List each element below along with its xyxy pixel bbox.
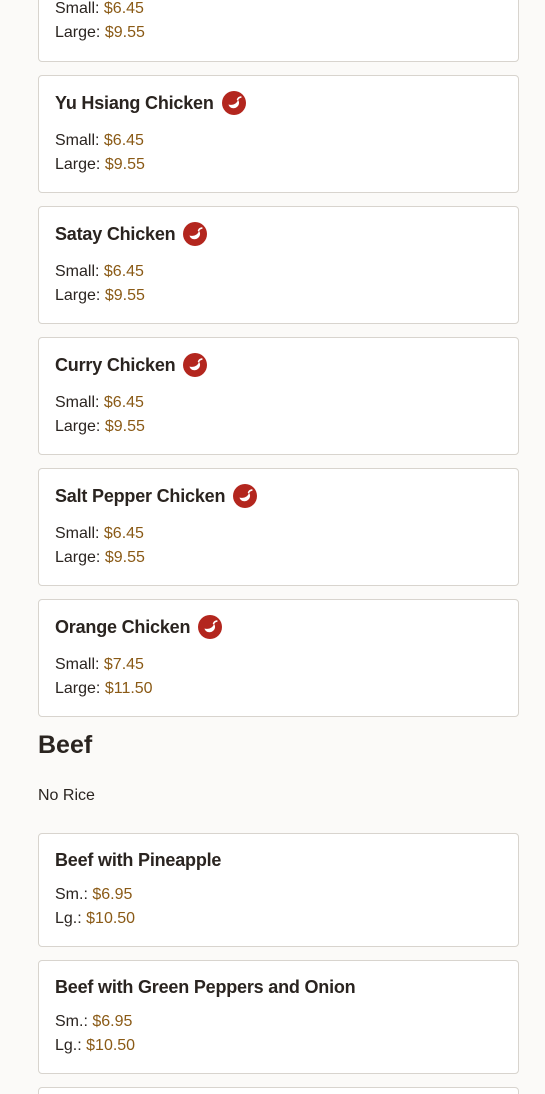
menu-item-card[interactable]: Satay Chicken Small: $6.45 Large: $9.55	[38, 206, 519, 324]
large-label: Large:	[55, 549, 101, 566]
menu-item-card[interactable]: Salt Pepper Chicken Small: $6.45 Large: …	[38, 468, 519, 586]
small-label: Small:	[55, 0, 100, 17]
small-price-line: Small: $6.45	[55, 260, 144, 284]
spicy-chili-icon	[233, 484, 258, 508]
menu-item-name: Salt Pepper Chicken	[55, 485, 226, 506]
menu-item-card[interactable]: Beef with Pineapple Sm.: $6.95 Lg.: $10.…	[38, 833, 519, 947]
large-label: Large:	[55, 24, 101, 41]
large-label: Lg.:	[55, 1037, 82, 1054]
spicy-chili-icon	[183, 353, 208, 377]
small-price-line: Small: $7.45	[55, 653, 144, 677]
spicy-chili-icon	[221, 91, 246, 115]
large-label: Large:	[55, 287, 101, 304]
small-label: Small:	[55, 656, 100, 673]
small-price-line: Small: $6.45	[55, 0, 144, 21]
menu-item-name: Orange Chicken	[55, 616, 191, 637]
small-label: Sm.:	[55, 1013, 88, 1030]
small-price: $7.45	[103, 656, 144, 673]
large-price: $9.55	[104, 418, 145, 435]
menu-item-card-partial: Small: $6.45 Large: $9.55	[38, 0, 519, 62]
large-label: Large:	[55, 156, 101, 173]
small-label: Small:	[55, 525, 100, 542]
small-price: $6.45	[103, 394, 144, 411]
small-price: $6.45	[103, 263, 144, 280]
small-label: Sm.:	[55, 886, 88, 903]
large-price-line: Lg.: $10.50	[55, 907, 135, 931]
menu-item-name: Curry Chicken	[55, 354, 176, 375]
large-price-line: Large: $9.55	[55, 153, 145, 177]
large-price: $10.50	[86, 910, 136, 927]
small-price-line: Sm.: $6.95	[55, 883, 132, 907]
small-price-line: Sm.: $6.95	[55, 1010, 132, 1034]
small-price: $6.45	[103, 525, 144, 542]
large-label: Lg.:	[55, 910, 82, 927]
large-price: $10.50	[86, 1037, 136, 1054]
spicy-chili-icon	[183, 222, 208, 246]
large-price: $11.50	[104, 680, 153, 697]
small-price-line: Small: $6.45	[55, 129, 144, 153]
large-price: $9.55	[104, 287, 145, 304]
menu-item-card[interactable]: Beef with Green Peppers and Onion Sm.: $…	[38, 960, 519, 1074]
small-price: $6.45	[103, 0, 144, 17]
menu-page: Small: $6.45 Large: $9.55 Yu Hsiang Chic…	[0, 0, 545, 1094]
large-price: $9.55	[104, 156, 145, 173]
menu-item-card[interactable]: Curry Chicken Small: $6.45 Large: $9.55	[38, 337, 519, 455]
small-price-line: Small: $6.45	[55, 522, 144, 546]
large-label: Large:	[55, 418, 101, 435]
large-price: $9.55	[104, 24, 145, 41]
large-price-line: Large: $9.55	[55, 546, 145, 570]
small-price-line: Small: $6.45	[55, 391, 144, 415]
large-price-line: Lg.: $10.50	[55, 1034, 135, 1058]
menu-item-card[interactable]: Orange Chicken Small: $7.45 Large: $11.5…	[38, 599, 519, 717]
menu-item-name: Yu Hsiang Chicken	[55, 92, 214, 113]
menu-item-name: Satay Chicken	[55, 223, 176, 244]
menu-item-card-partial[interactable]	[38, 1087, 519, 1094]
large-price-line: Large: $11.50	[55, 677, 153, 701]
small-price: $6.45	[103, 132, 144, 149]
spicy-chili-icon	[198, 615, 223, 639]
section-title-beef: Beef	[38, 731, 93, 759]
large-price-line: Large: $9.55	[55, 21, 145, 45]
large-label: Large:	[55, 680, 101, 697]
small-label: Small:	[55, 132, 100, 149]
large-price-line: Large: $9.55	[55, 284, 145, 308]
large-price-line: Large: $9.55	[55, 415, 145, 439]
menu-item-card[interactable]: Yu Hsiang Chicken Small: $6.45 Large: $9…	[38, 75, 519, 193]
small-price: $6.95	[92, 886, 133, 903]
small-label: Small:	[55, 263, 100, 280]
small-label: Small:	[55, 394, 100, 411]
menu-item-name: Beef with Pineapple	[55, 849, 222, 870]
section-note: No Rice	[38, 787, 95, 804]
small-price: $6.95	[92, 1013, 133, 1030]
large-price: $9.55	[104, 549, 145, 566]
menu-item-name: Beef with Green Peppers and Onion	[55, 976, 356, 997]
